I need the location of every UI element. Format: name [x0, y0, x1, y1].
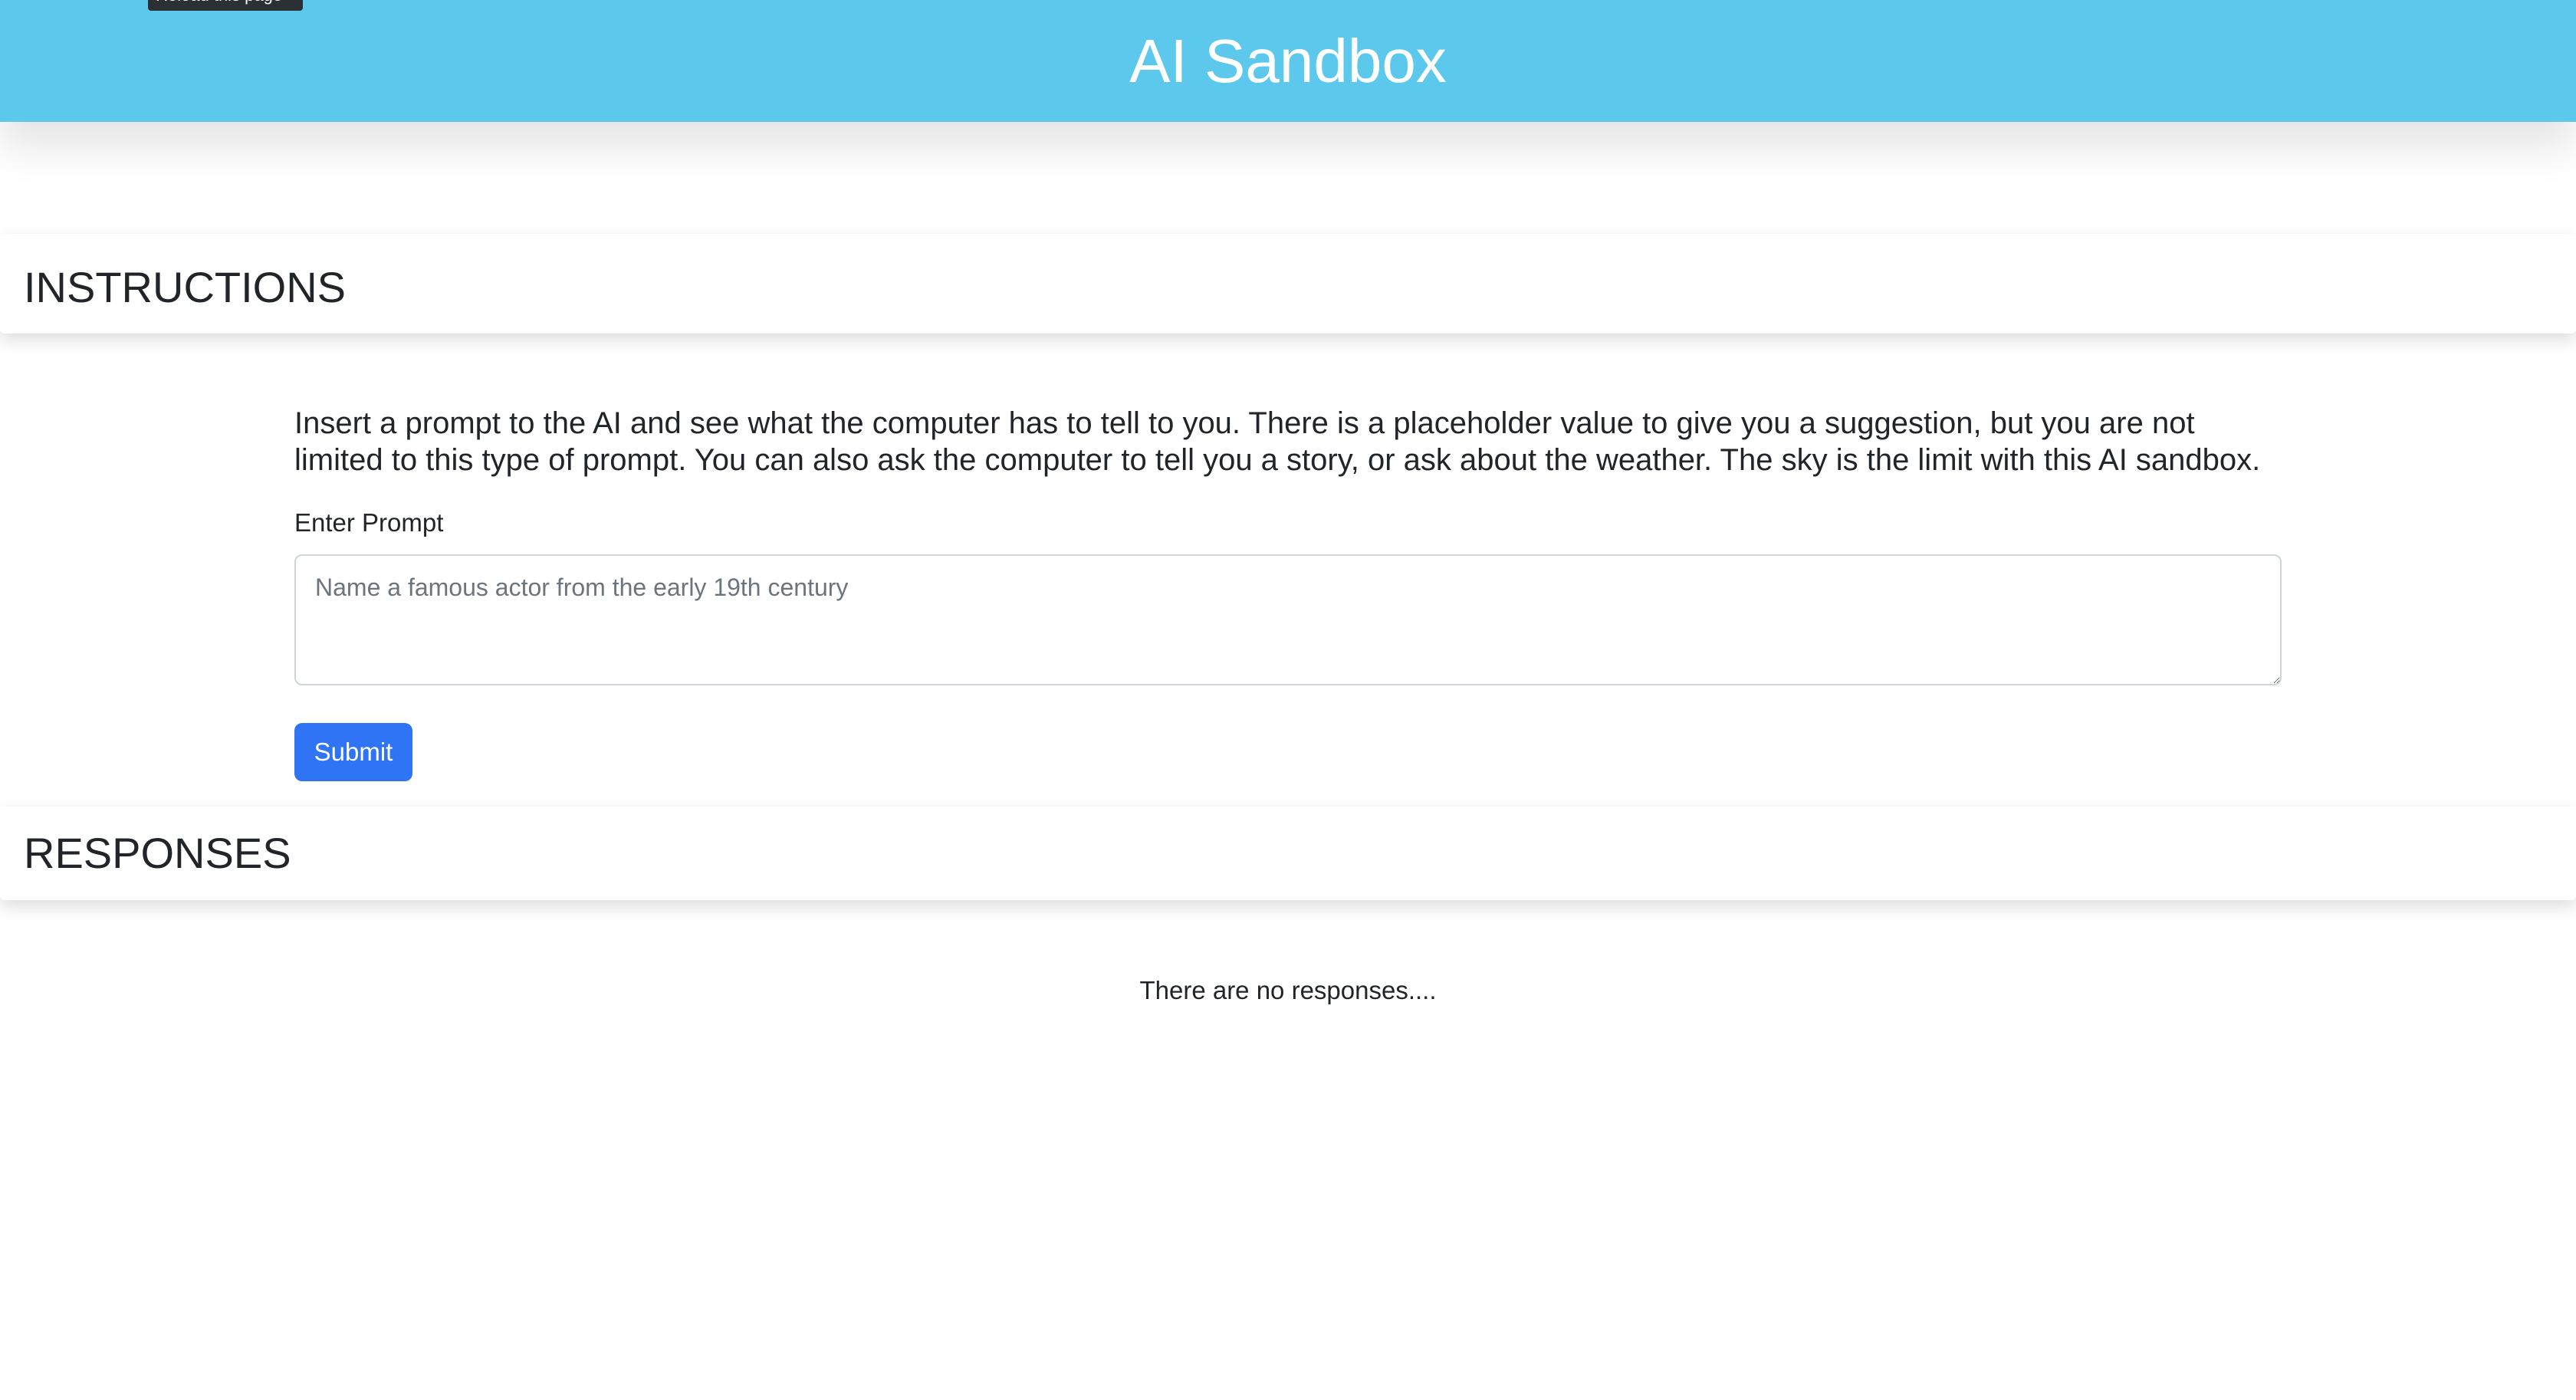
app-header: AI Sandbox	[0, 0, 2576, 122]
instructions-title: INSTRUCTIONS	[24, 263, 346, 311]
prompt-input[interactable]	[294, 554, 2282, 685]
responses-header: RESPONSES	[0, 807, 2576, 900]
empty-responses-message: There are no responses....	[1139, 976, 1437, 1004]
app-title: AI Sandbox	[1129, 27, 1447, 95]
reload-tooltip: Reload this page	[148, 0, 303, 11]
submit-button[interactable]: Submit	[294, 723, 412, 781]
instructions-text: Insert a prompt to the AI and see what t…	[294, 406, 2261, 477]
instructions-header: INSTRUCTIONS	[0, 234, 2576, 334]
prompt-label: Enter Prompt	[294, 508, 444, 537]
responses-title: RESPONSES	[24, 829, 291, 877]
